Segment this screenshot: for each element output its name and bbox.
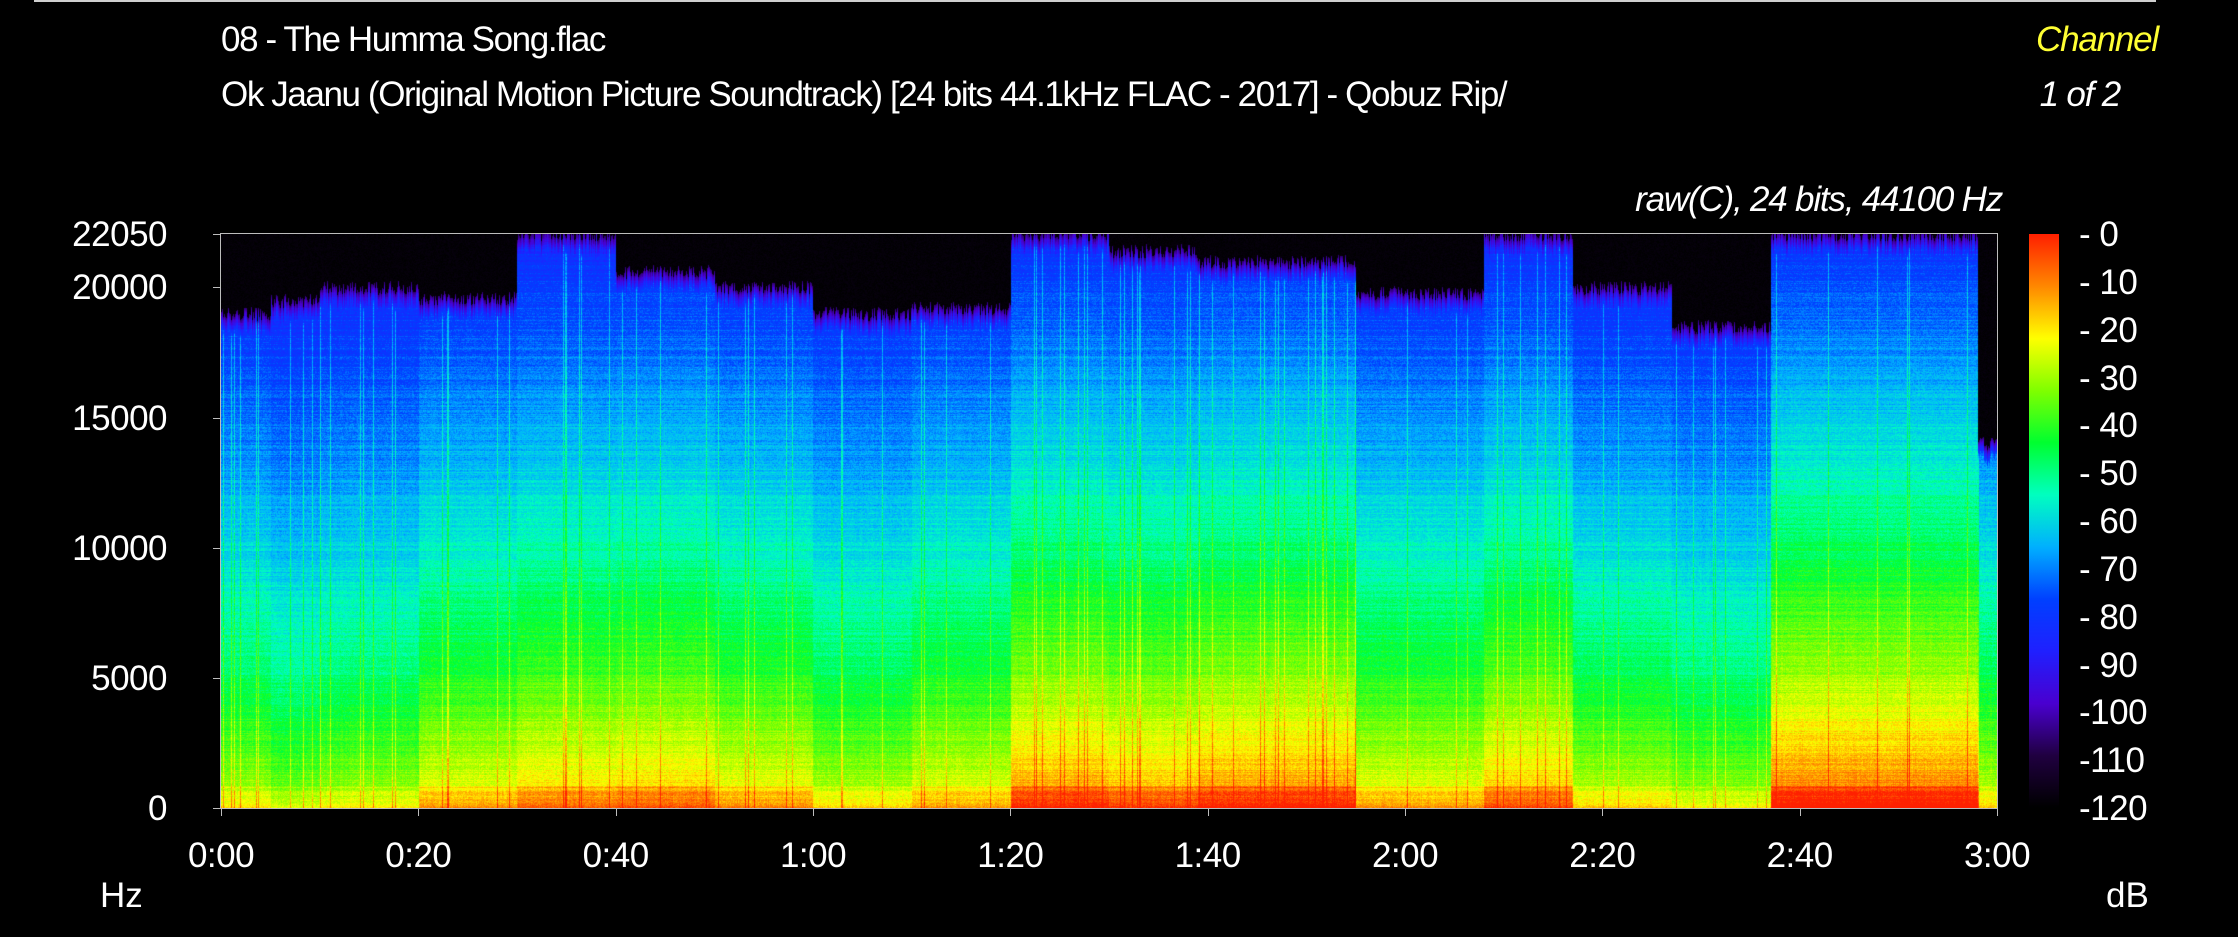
x-tick-label: 2:40 bbox=[1766, 836, 1834, 875]
db-colorbar bbox=[2029, 234, 2059, 808]
db-tick-label: - 40 bbox=[2079, 406, 2138, 446]
y-tick-label: 22050 bbox=[72, 215, 167, 254]
db-tick-label: -100 bbox=[2079, 693, 2148, 733]
y-tick-label: 0 bbox=[148, 789, 167, 828]
y-tick-mark bbox=[213, 234, 221, 235]
y-tick-mark bbox=[213, 547, 221, 549]
y-unit-label: Hz bbox=[100, 876, 143, 915]
x-tick-mark bbox=[1405, 808, 1406, 816]
x-tick-label: 1:20 bbox=[977, 836, 1044, 875]
db-tick-label: -120 bbox=[2079, 789, 2148, 828]
format-info: raw(C), 24 bits, 44100 Hz bbox=[1635, 180, 2003, 219]
x-tick-mark bbox=[1602, 808, 1604, 816]
y-tick-label: 15000 bbox=[72, 398, 167, 438]
db-tick-label: - 10 bbox=[2079, 262, 2138, 302]
y-tick-label: 5000 bbox=[91, 658, 167, 698]
y-tick-label: 20000 bbox=[72, 268, 167, 308]
x-tick-mark bbox=[418, 808, 420, 816]
x-tick-mark bbox=[1207, 808, 1209, 816]
channel-label[interactable]: Channel bbox=[2036, 20, 2159, 60]
db-tick-label: - 60 bbox=[2079, 502, 2138, 541]
db-tick-label: - 30 bbox=[2079, 358, 2138, 398]
x-tick-label: 0:40 bbox=[582, 836, 650, 875]
db-tick-label: - 50 bbox=[2079, 454, 2138, 494]
top-border-line bbox=[34, 0, 2156, 2]
db-unit-label: dB bbox=[2106, 876, 2149, 915]
x-tick-label: 1:40 bbox=[1174, 836, 1242, 875]
x-tick-mark bbox=[1997, 808, 1998, 816]
album-title: Ok Jaanu (Original Motion Picture Soundt… bbox=[221, 75, 1508, 114]
y-tick-mark bbox=[213, 417, 221, 419]
x-tick-mark bbox=[1799, 808, 1801, 816]
db-tick-label: - 90 bbox=[2079, 645, 2138, 685]
x-tick-label: 2:20 bbox=[1569, 836, 1636, 875]
y-tick-mark bbox=[213, 677, 221, 679]
x-tick-label: 2:00 bbox=[1371, 836, 1439, 875]
db-tick-label: - 70 bbox=[2079, 549, 2138, 589]
db-tick-label: -110 bbox=[2079, 741, 2145, 781]
x-tick-mark bbox=[615, 808, 617, 816]
x-tick-label: 1:00 bbox=[779, 836, 847, 875]
spectrogram-plot[interactable] bbox=[221, 234, 1997, 808]
db-tick-label: - 80 bbox=[2079, 597, 2138, 637]
channel-count: 1 of 2 bbox=[2039, 75, 2122, 114]
y-tick-label: 10000 bbox=[72, 528, 167, 568]
x-tick-mark bbox=[813, 808, 814, 816]
db-tick-label: - 0 bbox=[2079, 215, 2119, 254]
db-tick-label: - 20 bbox=[2079, 310, 2138, 350]
x-tick-mark bbox=[1010, 808, 1012, 816]
x-tick-label: 3:00 bbox=[1963, 836, 2031, 875]
x-tick-mark bbox=[221, 808, 222, 816]
y-tick-mark bbox=[213, 287, 221, 289]
x-tick-label: 0:00 bbox=[187, 836, 255, 875]
file-title: 08 - The Humma Song.flac bbox=[221, 20, 606, 59]
x-tick-label: 0:20 bbox=[385, 836, 452, 875]
y-tick-mark bbox=[213, 808, 221, 809]
